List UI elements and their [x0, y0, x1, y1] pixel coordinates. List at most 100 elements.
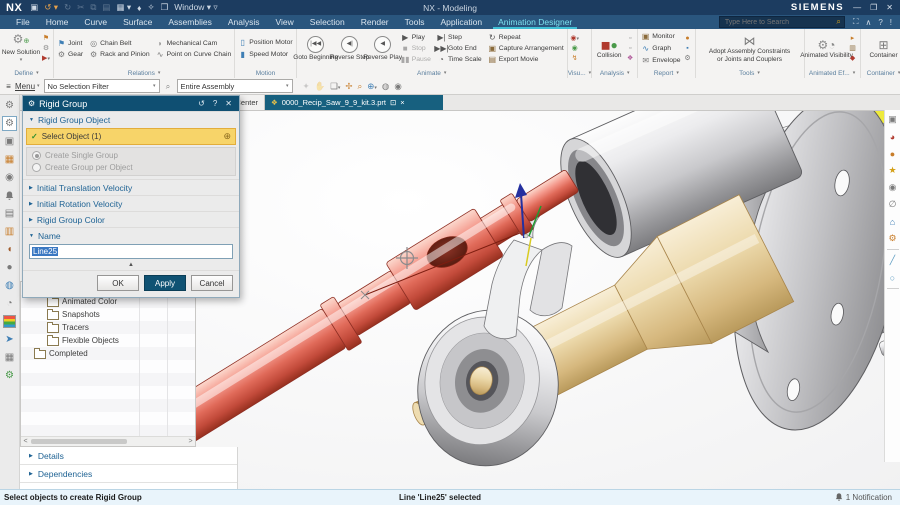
paste-icon[interactable]: ▤: [102, 2, 110, 13]
tab-selection[interactable]: Selection: [302, 15, 353, 29]
eye-icon[interactable]: ◉: [886, 181, 899, 194]
create-group-per-object-radio[interactable]: Create Group per Object: [32, 163, 230, 172]
selection-filter-combo[interactable]: No Selection Filter▾: [44, 79, 160, 93]
tab-application[interactable]: Application: [432, 15, 490, 29]
search-icon[interactable]: ⌕: [836, 17, 840, 27]
repeat-button[interactable]: ↻Repeat: [488, 32, 564, 43]
cut-icon[interactable]: ✂: [77, 2, 84, 13]
pie-chart-icon[interactable]: ◕: [886, 130, 899, 143]
bell-icon[interactable]: [2, 188, 17, 203]
report-a-icon[interactable]: ●: [684, 35, 692, 43]
tab-home[interactable]: Home: [38, 15, 77, 29]
window-layout-icon[interactable]: ❒: [161, 2, 169, 13]
palette-icon[interactable]: [2, 314, 17, 329]
alert-icon[interactable]: !: [890, 18, 892, 27]
highlight-icon[interactable]: ✦: [303, 81, 310, 92]
capture-arrangement-button[interactable]: ▣Capture Arrangement: [488, 43, 564, 54]
report-c-icon[interactable]: ⚙: [684, 55, 692, 63]
chain-belt-button[interactable]: ◎Chain Belt: [89, 38, 150, 49]
tab-surface[interactable]: Surface: [115, 15, 160, 29]
menu-button[interactable]: ≡Menu▾: [4, 81, 40, 92]
define-run-icon[interactable]: ▶▾: [42, 55, 50, 63]
anim-ef-b-icon[interactable]: ▥: [849, 45, 857, 53]
circle-tool-icon[interactable]: ○: [886, 271, 899, 284]
animated-visibility-button[interactable]: ⚙◔ Animated Visibility: [808, 39, 846, 59]
filter-face-icon[interactable]: ❑▾: [330, 81, 340, 92]
tree-item-flexible-objects[interactable]: Flexible Objects: [21, 334, 195, 347]
restore-button[interactable]: ❐: [870, 3, 877, 12]
dialog-collapse-handle[interactable]: ▲: [23, 261, 239, 270]
container-button[interactable]: ⊞ Container: [864, 39, 900, 59]
part-box-icon[interactable]: ▣: [2, 134, 17, 149]
globe-icon[interactable]: ◍: [2, 278, 17, 293]
shade-icon[interactable]: ◉: [394, 81, 401, 92]
ok-button[interactable]: OK: [97, 275, 139, 291]
monitor-button[interactable]: ▣Monitor: [641, 31, 680, 42]
dialog-reset-icon[interactable]: ↺: [196, 99, 207, 108]
screenshot-icon[interactable]: ▦ ▾: [116, 2, 131, 13]
tab-close-icon[interactable]: ×: [400, 98, 404, 107]
swirl-icon[interactable]: ◉: [2, 170, 17, 185]
window-menu[interactable]: Window ▾ ▿: [174, 2, 218, 13]
help-icon[interactable]: ?: [878, 18, 882, 27]
gear-button[interactable]: ⚙Gear: [57, 49, 83, 60]
dialog-close-icon[interactable]: ✕: [223, 99, 234, 108]
package-icon[interactable]: ▤: [2, 206, 17, 221]
save-icon[interactable]: ▣: [30, 2, 38, 13]
visu-trace-icon[interactable]: ◉: [571, 45, 579, 53]
cancel-button[interactable]: Cancel: [191, 275, 233, 291]
section-initial-translation-velocity[interactable]: ▶Initial Translation Velocity: [23, 179, 239, 195]
pin-icon[interactable]: ⊡: [390, 98, 396, 107]
anim-ef-a-icon[interactable]: ▸: [849, 35, 857, 43]
reverse-play-button[interactable]: ◀ Reverse Play: [368, 36, 398, 61]
hand-icon[interactable]: ✋: [315, 81, 326, 92]
analysis-c-icon[interactable]: ❖: [626, 55, 634, 63]
add-icon[interactable]: ⊕▾: [367, 81, 377, 92]
time-scale-button[interactable]: ◔Time Scale: [437, 54, 482, 65]
step-button[interactable]: ▶|Step: [437, 32, 482, 43]
zoom-icon[interactable]: ⌕: [358, 81, 363, 92]
tab-assemblies[interactable]: Assemblies: [160, 15, 219, 29]
reverse-step-button[interactable]: ◀| Reverse Step: [335, 36, 365, 61]
dependencies-section[interactable]: ▶Dependencies: [20, 465, 237, 483]
tree-item-completed[interactable]: Completed: [21, 347, 195, 360]
play-button[interactable]: ▶Play: [401, 32, 431, 43]
render-style-icon[interactable]: ◍: [382, 81, 389, 92]
tab-analysis[interactable]: Analysis: [220, 15, 268, 29]
close-button[interactable]: ✕: [886, 3, 893, 12]
part-tool-icon[interactable]: ▣: [886, 113, 899, 126]
envelope-button[interactable]: ✉Envelope: [641, 55, 680, 66]
notification-area[interactable]: 1 Notification: [835, 493, 900, 502]
scope-icon[interactable]: ⌕: [164, 82, 173, 91]
eye-off-icon[interactable]: ∅: [886, 198, 899, 211]
goto-beginning-button[interactable]: |◀◀ Goto Beginning: [300, 36, 332, 61]
dialog-help-icon[interactable]: ?: [211, 99, 219, 108]
section-initial-rotation-velocity[interactable]: ▶Initial Rotation Velocity: [23, 195, 239, 211]
clock-icon[interactable]: ◔: [2, 296, 17, 311]
export-movie-button[interactable]: ▤Export Movie: [488, 54, 564, 65]
point-target-icon[interactable]: ⊕: [223, 131, 231, 142]
section-rigid-group-color[interactable]: ▶Rigid Group Color: [23, 211, 239, 227]
section-name[interactable]: ▼Name: [23, 227, 239, 243]
scroll-right-icon[interactable]: >: [186, 438, 195, 445]
color-gear-icon[interactable]: ⚙: [2, 368, 17, 383]
tab-render[interactable]: Render: [353, 15, 397, 29]
visu-path-icon[interactable]: ↯: [571, 55, 579, 63]
horn-icon[interactable]: ◖: [2, 242, 17, 257]
scroll-thumb[interactable]: [31, 439, 127, 444]
dialog-titlebar[interactable]: ⚙ Rigid Group ↺ ? ✕: [23, 96, 239, 111]
tab-animation-designer[interactable]: Animation Designer: [490, 15, 580, 29]
analysis-b-icon[interactable]: ▫: [626, 45, 634, 53]
tab-tools[interactable]: Tools: [397, 15, 433, 29]
undo-icon[interactable]: ↺ ▾: [44, 2, 58, 13]
speed-motor-button[interactable]: ▮Speed Motor: [238, 49, 292, 60]
point-curve-chain-button[interactable]: ∿Point on Curve Chain: [156, 49, 232, 60]
apply-button[interactable]: Apply: [144, 275, 186, 291]
stop-button[interactable]: ■Stop: [401, 43, 431, 54]
cursor-icon[interactable]: ➤: [2, 332, 17, 347]
settings-gear-icon[interactable]: ⚙: [2, 98, 17, 113]
joint-button[interactable]: ⚑Joint: [57, 38, 83, 49]
line-tool-icon[interactable]: ╱: [886, 254, 899, 267]
scroll-left-icon[interactable]: <: [21, 438, 30, 445]
select-object-row[interactable]: ✓ Select Object (1) ⊕: [26, 128, 236, 145]
